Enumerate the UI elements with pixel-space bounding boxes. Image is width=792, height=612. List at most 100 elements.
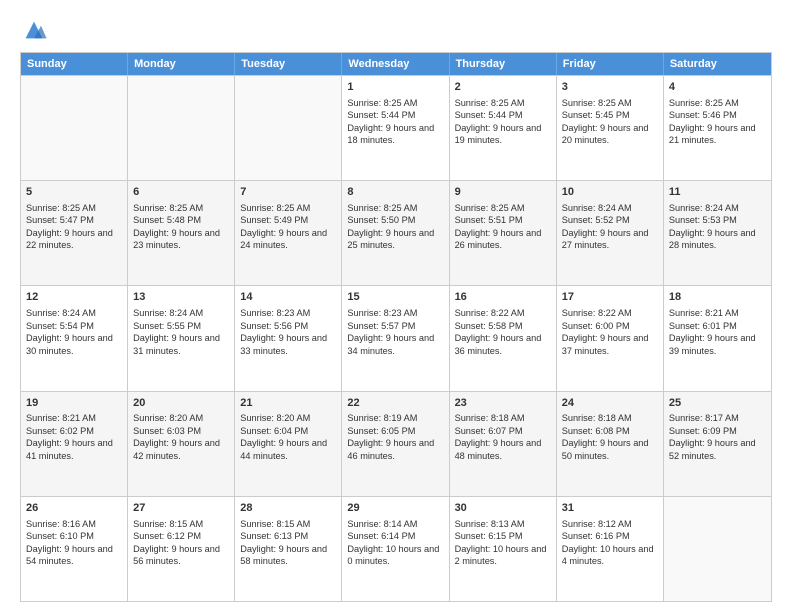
cal-week-4: 19 Sunrise: 8:21 AMSunset: 6:02 PMDayligh… xyxy=(21,391,771,496)
day-number: 24 xyxy=(562,396,658,411)
day-info: Sunrise: 8:24 AMSunset: 5:53 PMDaylight:… xyxy=(669,203,756,250)
day-info: Sunrise: 8:25 AMSunset: 5:44 PMDaylight:… xyxy=(455,98,542,145)
cal-cell-day-26: 26 Sunrise: 8:16 AMSunset: 6:10 PMDayligh… xyxy=(21,497,128,601)
day-info: Sunrise: 8:23 AMSunset: 5:56 PMDaylight:… xyxy=(240,308,327,355)
day-number: 6 xyxy=(133,185,229,200)
day-info: Sunrise: 8:24 AMSunset: 5:52 PMDaylight:… xyxy=(562,203,649,250)
day-info: Sunrise: 8:21 AMSunset: 6:01 PMDaylight:… xyxy=(669,308,756,355)
calendar-header-row: SundayMondayTuesdayWednesdayThursdayFrid… xyxy=(21,53,771,75)
cal-header-sunday: Sunday xyxy=(21,53,128,75)
day-number: 17 xyxy=(562,290,658,305)
day-info: Sunrise: 8:25 AMSunset: 5:50 PMDaylight:… xyxy=(347,203,434,250)
day-number: 12 xyxy=(26,290,122,305)
day-number: 2 xyxy=(455,80,551,95)
cal-cell-day-21: 21 Sunrise: 8:20 AMSunset: 6:04 PMDayligh… xyxy=(235,392,342,496)
day-info: Sunrise: 8:24 AMSunset: 5:54 PMDaylight:… xyxy=(26,308,113,355)
cal-cell-day-5: 5 Sunrise: 8:25 AMSunset: 5:47 PMDaylight… xyxy=(21,181,128,285)
cal-cell-day-29: 29 Sunrise: 8:14 AMSunset: 6:14 PMDayligh… xyxy=(342,497,449,601)
cal-week-3: 12 Sunrise: 8:24 AMSunset: 5:54 PMDayligh… xyxy=(21,285,771,390)
cal-cell-empty xyxy=(235,76,342,180)
cal-cell-day-14: 14 Sunrise: 8:23 AMSunset: 5:56 PMDayligh… xyxy=(235,286,342,390)
cal-week-2: 5 Sunrise: 8:25 AMSunset: 5:47 PMDaylight… xyxy=(21,180,771,285)
cal-cell-day-17: 17 Sunrise: 8:22 AMSunset: 6:00 PMDayligh… xyxy=(557,286,664,390)
day-number: 30 xyxy=(455,501,551,516)
cal-header-wednesday: Wednesday xyxy=(342,53,449,75)
day-number: 16 xyxy=(455,290,551,305)
day-number: 11 xyxy=(669,185,766,200)
day-number: 27 xyxy=(133,501,229,516)
cal-cell-day-25: 25Sunrise: 8:17 AMSunset: 6:09 PMDayligh… xyxy=(664,392,771,496)
cal-cell-day-7: 7 Sunrise: 8:25 AMSunset: 5:49 PMDaylight… xyxy=(235,181,342,285)
day-number: 13 xyxy=(133,290,229,305)
day-info: Sunrise: 8:25 AMSunset: 5:47 PMDaylight:… xyxy=(26,203,113,250)
day-info: Sunrise: 8:25 AMSunset: 5:46 PMDaylight:… xyxy=(669,98,756,145)
cal-cell-day-11: 11 Sunrise: 8:24 AMSunset: 5:53 PMDayligh… xyxy=(664,181,771,285)
day-number: 20 xyxy=(133,396,229,411)
cal-cell-day-12: 12 Sunrise: 8:24 AMSunset: 5:54 PMDayligh… xyxy=(21,286,128,390)
day-number: 23 xyxy=(455,396,551,411)
cal-cell-day-19: 19 Sunrise: 8:21 AMSunset: 6:02 PMDayligh… xyxy=(21,392,128,496)
day-info: Sunrise: 8:14 AMSunset: 6:14 PMDaylight:… xyxy=(347,519,439,566)
day-number: 15 xyxy=(347,290,443,305)
cal-header-saturday: Saturday xyxy=(664,53,771,75)
day-number: 26 xyxy=(26,501,122,516)
day-info: Sunrise: 8:20 AMSunset: 6:03 PMDaylight:… xyxy=(133,413,220,460)
day-number: 1 xyxy=(347,80,443,95)
cal-cell-day-23: 23 Sunrise: 8:18 AMSunset: 6:07 PMDayligh… xyxy=(450,392,557,496)
day-info: Sunrise: 8:22 AMSunset: 5:58 PMDaylight:… xyxy=(455,308,542,355)
day-info: Sunrise: 8:19 AMSunset: 6:05 PMDaylight:… xyxy=(347,413,434,460)
calendar: SundayMondayTuesdayWednesdayThursdayFrid… xyxy=(20,52,772,602)
day-number: 3 xyxy=(562,80,658,95)
day-info: Sunrise: 8:15 AMSunset: 6:13 PMDaylight:… xyxy=(240,519,327,566)
cal-cell-day-1: 1 Sunrise: 8:25 AMSunset: 5:44 PMDaylight… xyxy=(342,76,449,180)
cal-header-monday: Monday xyxy=(128,53,235,75)
day-info: Sunrise: 8:25 AMSunset: 5:44 PMDaylight:… xyxy=(347,98,434,145)
day-number: 25 xyxy=(669,396,766,411)
cal-cell-day-22: 22Sunrise: 8:19 AMSunset: 6:05 PMDayligh… xyxy=(342,392,449,496)
calendar-body: 1 Sunrise: 8:25 AMSunset: 5:44 PMDaylight… xyxy=(21,75,771,601)
day-number: 9 xyxy=(455,185,551,200)
day-number: 29 xyxy=(347,501,443,516)
day-number: 28 xyxy=(240,501,336,516)
day-number: 19 xyxy=(26,396,122,411)
day-number: 18 xyxy=(669,290,766,305)
cal-header-friday: Friday xyxy=(557,53,664,75)
day-info: Sunrise: 8:18 AMSunset: 6:07 PMDaylight:… xyxy=(455,413,542,460)
day-number: 14 xyxy=(240,290,336,305)
day-info: Sunrise: 8:13 AMSunset: 6:15 PMDaylight:… xyxy=(455,519,547,566)
cal-cell-day-30: 30 Sunrise: 8:13 AMSunset: 6:15 PMDayligh… xyxy=(450,497,557,601)
day-info: Sunrise: 8:23 AMSunset: 5:57 PMDaylight:… xyxy=(347,308,434,355)
cal-cell-day-27: 27Sunrise: 8:15 AMSunset: 6:12 PMDayligh… xyxy=(128,497,235,601)
day-number: 7 xyxy=(240,185,336,200)
cal-cell-day-28: 28 Sunrise: 8:15 AMSunset: 6:13 PMDayligh… xyxy=(235,497,342,601)
day-info: Sunrise: 8:21 AMSunset: 6:02 PMDaylight:… xyxy=(26,413,113,460)
day-number: 8 xyxy=(347,185,443,200)
page-header xyxy=(20,16,772,44)
day-info: Sunrise: 8:18 AMSunset: 6:08 PMDaylight:… xyxy=(562,413,649,460)
day-info: Sunrise: 8:12 AMSunset: 6:16 PMDaylight:… xyxy=(562,519,654,566)
logo xyxy=(20,16,52,44)
cal-cell-day-16: 16 Sunrise: 8:22 AMSunset: 5:58 PMDayligh… xyxy=(450,286,557,390)
cal-cell-day-13: 13Sunrise: 8:24 AMSunset: 5:55 PMDayligh… xyxy=(128,286,235,390)
cal-cell-empty xyxy=(664,497,771,601)
cal-cell-empty xyxy=(128,76,235,180)
day-info: Sunrise: 8:25 AMSunset: 5:45 PMDaylight:… xyxy=(562,98,649,145)
cal-cell-day-15: 15 Sunrise: 8:23 AMSunset: 5:57 PMDayligh… xyxy=(342,286,449,390)
day-number: 5 xyxy=(26,185,122,200)
cal-cell-day-9: 9 Sunrise: 8:25 AMSunset: 5:51 PMDaylight… xyxy=(450,181,557,285)
cal-week-1: 1 Sunrise: 8:25 AMSunset: 5:44 PMDaylight… xyxy=(21,75,771,180)
day-info: Sunrise: 8:16 AMSunset: 6:10 PMDaylight:… xyxy=(26,519,113,566)
day-info: Sunrise: 8:25 AMSunset: 5:49 PMDaylight:… xyxy=(240,203,327,250)
day-info: Sunrise: 8:20 AMSunset: 6:04 PMDaylight:… xyxy=(240,413,327,460)
logo-icon xyxy=(20,16,48,44)
cal-cell-day-6: 6Sunrise: 8:25 AMSunset: 5:48 PMDaylight… xyxy=(128,181,235,285)
cal-cell-day-3: 3 Sunrise: 8:25 AMSunset: 5:45 PMDaylight… xyxy=(557,76,664,180)
day-info: Sunrise: 8:22 AMSunset: 6:00 PMDaylight:… xyxy=(562,308,649,355)
day-number: 31 xyxy=(562,501,658,516)
day-info: Sunrise: 8:25 AMSunset: 5:51 PMDaylight:… xyxy=(455,203,542,250)
day-number: 10 xyxy=(562,185,658,200)
cal-cell-day-10: 10 Sunrise: 8:24 AMSunset: 5:52 PMDayligh… xyxy=(557,181,664,285)
cal-cell-day-8: 8 Sunrise: 8:25 AMSunset: 5:50 PMDaylight… xyxy=(342,181,449,285)
cal-cell-day-4: 4Sunrise: 8:25 AMSunset: 5:46 PMDaylight… xyxy=(664,76,771,180)
day-number: 21 xyxy=(240,396,336,411)
